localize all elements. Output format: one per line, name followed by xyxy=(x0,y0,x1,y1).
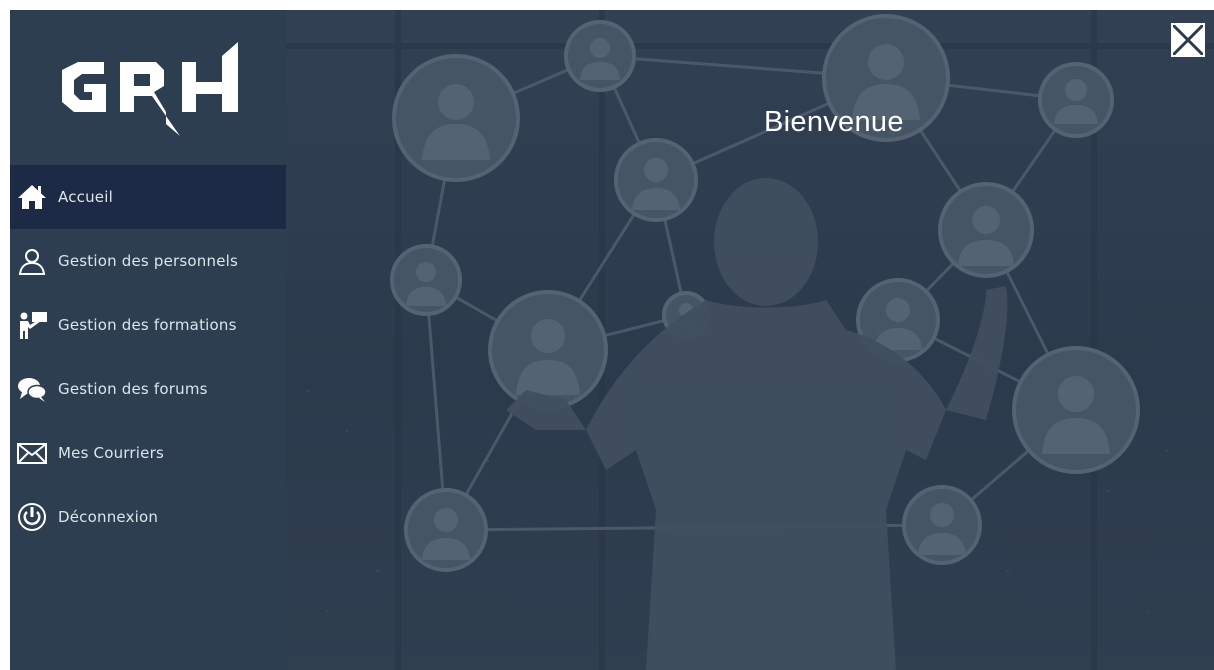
sidebar-item-label: Gestion des forums xyxy=(58,380,208,398)
home-icon xyxy=(14,179,50,215)
sidebar-item-courriers[interactable]: Mes Courriers xyxy=(10,421,286,485)
sidebar-item-label: Gestion des formations xyxy=(58,316,237,334)
sidebar-menu: Accueil Gestion des personnels Gestion d… xyxy=(10,165,286,549)
sidebar-item-forums[interactable]: Gestion des forums xyxy=(10,357,286,421)
power-icon xyxy=(14,499,50,535)
close-button[interactable] xyxy=(1170,22,1206,58)
envelope-icon xyxy=(14,435,50,471)
sidebar-item-label: Mes Courriers xyxy=(58,444,164,462)
background-overlay xyxy=(286,10,1214,670)
sidebar-item-label: Gestion des personnels xyxy=(58,252,239,270)
sidebar-item-personnels[interactable]: Gestion des personnels xyxy=(10,229,286,293)
main-panel: Bienvenue xyxy=(286,10,1214,670)
sidebar-item-accueil[interactable]: Accueil xyxy=(10,165,286,229)
chat-bubbles-icon xyxy=(14,371,50,407)
sidebar-item-label: Déconnexion xyxy=(58,508,159,526)
sidebar-item-formations[interactable]: Gestion des formations xyxy=(10,293,286,357)
presenter-icon xyxy=(14,307,50,343)
grh-logo xyxy=(58,36,242,136)
sidebar-item-label: Accueil xyxy=(58,188,113,206)
sidebar-item-deconnexion[interactable]: Déconnexion xyxy=(10,485,286,549)
app-window: Accueil Gestion des personnels Gestion d… xyxy=(10,10,1214,670)
close-icon xyxy=(1170,22,1206,58)
sidebar: Accueil Gestion des personnels Gestion d… xyxy=(10,10,286,670)
user-icon xyxy=(14,243,50,279)
welcome-title: Bienvenue xyxy=(764,106,904,138)
